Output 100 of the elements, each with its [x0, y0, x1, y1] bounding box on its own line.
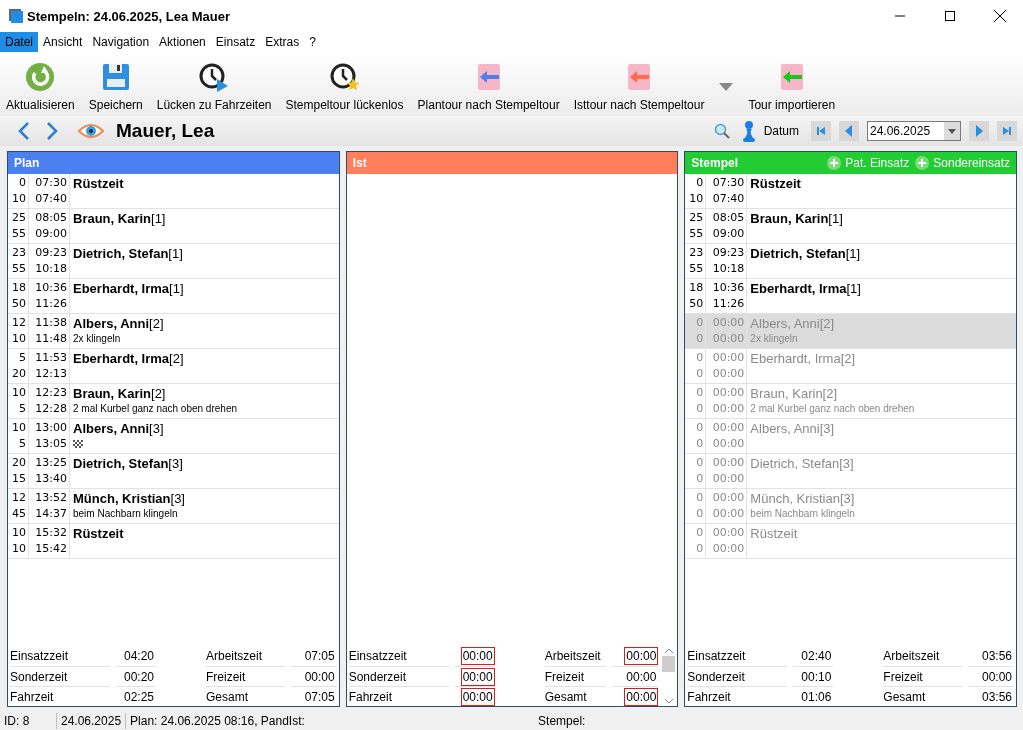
tour-row[interactable]: 20 15 13:25 13:40 Dietrich, Stefan[3]	[8, 454, 339, 489]
summary-value: 00:00	[624, 647, 659, 665]
summary-value: 00:00	[460, 687, 495, 706]
duration-text: 0	[696, 541, 704, 557]
last-button[interactable]	[997, 121, 1017, 141]
summary-label: Freizeit	[883, 669, 923, 684]
time-text: 00:00	[712, 315, 745, 331]
menu-item[interactable]: Extras	[260, 32, 305, 52]
time-text: 11:26	[35, 296, 67, 312]
toolbar-button[interactable]: Lücken zu Fahrzeiten	[149, 62, 279, 112]
summary-value: 00:00	[981, 668, 1013, 686]
duration-text: 10	[12, 420, 26, 436]
duration-text: 0	[696, 175, 704, 191]
tour-row[interactable]: 12 10 11:38 11:48 Albers, Anni[2] 2x klingeln	[8, 314, 339, 349]
tour-row[interactable]: 0 0 00:00 00:00 Rüstzeit	[685, 524, 1016, 559]
duration-text: 10	[12, 385, 26, 401]
summary-value: 04:20	[122, 648, 155, 665]
tour-row[interactable]: 0 0 00:00 00:00 Eberhardt, Irma[2]	[685, 349, 1016, 384]
duration-text: 15	[12, 471, 26, 487]
toolbar-button[interactable]: Tour importieren	[741, 62, 843, 112]
scrollbar[interactable]	[660, 646, 678, 706]
duration-text: 10	[12, 525, 26, 541]
summary-label: Arbeitszeit	[883, 649, 940, 663]
last-icon	[1001, 124, 1013, 138]
toolbar-button[interactable]: Speichern	[81, 62, 150, 112]
first-button[interactable]	[811, 121, 831, 141]
toolbar-button[interactable]: Stempeltour lückenlos	[278, 62, 411, 112]
window-title: Stempeln: 24.06.2025, Lea Mauer	[27, 8, 232, 24]
summary-label: Freizeit	[206, 669, 246, 684]
duration-text: 12	[12, 490, 26, 506]
tour-row[interactable]: 0 10 07:30 07:40 Rüstzeit	[685, 174, 1016, 209]
duration-text: 0	[696, 506, 704, 522]
tour-row[interactable]: 18 50 10:36 11:26 Eberhardt, Irma[1]	[8, 279, 339, 314]
time-text: 10:36	[35, 280, 67, 296]
previous-button[interactable]	[839, 121, 859, 141]
duration-text: 55	[689, 261, 704, 277]
duration-text: 0	[696, 525, 704, 541]
menu-item[interactable]: Aktionen	[154, 32, 211, 52]
summary-label: Einsatzzeit	[348, 649, 407, 663]
patient-name: Rüstzeit	[73, 525, 125, 542]
time-text: 13:05	[35, 436, 67, 452]
toolbar-button[interactable]: Aktualisieren	[6, 62, 82, 112]
next-button[interactable]	[969, 121, 989, 141]
duration-text: 55	[12, 261, 26, 277]
duration-text: 0	[696, 331, 704, 347]
time-text: 09:23	[35, 245, 67, 261]
time-text: 11:48	[35, 331, 67, 347]
menu-item[interactable]: ?	[304, 32, 321, 52]
menu-item[interactable]: Datei	[0, 32, 38, 52]
duration-text: 0	[696, 471, 704, 487]
tour-row[interactable]: 12 45 13:52 14:37 Münch, Kristian[3] beim Nachbarn klingeln	[8, 489, 339, 524]
duration-text: 0	[696, 350, 704, 366]
tour-row[interactable]: 10 5 13:00 13:05 Albers, Anni[3]	[8, 419, 339, 454]
tour-row[interactable]: 5 20 11:53 12:13 Eberhardt, Irma[2]	[8, 349, 339, 384]
duration-text: 20	[12, 366, 26, 382]
duration-text: 55	[689, 226, 704, 242]
menu-item[interactable]: Einsatz	[210, 32, 261, 52]
panel-title: Plan	[14, 156, 41, 170]
tour-row[interactable]: 25 55 08:05 09:00 Braun, Karin[1]	[685, 209, 1016, 244]
summary-value: 00:00	[303, 668, 336, 686]
menu-item[interactable]: Ansicht	[38, 32, 88, 52]
time-text: 00:00	[712, 506, 745, 522]
duration-text: 25	[689, 210, 704, 226]
tour-row[interactable]: 0 10 07:30 07:40 Rüstzeit	[8, 174, 339, 209]
time-text: 15:32	[35, 525, 67, 541]
time-text: 00:00	[712, 471, 745, 487]
eye-icon	[78, 123, 104, 139]
toolbar-button[interactable]: Isttour nach Stempeltour	[566, 62, 712, 112]
scroll-up-icon[interactable]	[663, 648, 674, 654]
toolbar-button[interactable]: Plantour nach Stempeltour	[410, 62, 567, 112]
patient-name: Münch, Kristian[3]	[750, 490, 856, 507]
tour-row[interactable]: 10 10 15:32 15:42 Rüstzeit	[8, 524, 339, 559]
panel-title: Ist	[352, 156, 368, 170]
menu-item[interactable]: Navigation	[87, 32, 155, 52]
tour-row[interactable]: 0 0 00:00 00:00 Albers, Anni[3]	[685, 419, 1016, 454]
time-text: 00:00	[712, 385, 745, 401]
tour-row[interactable]: 25 55 08:05 09:00 Braun, Karin[1]	[8, 209, 339, 244]
time-text: 00:00	[712, 541, 745, 557]
duration-text: 23	[689, 245, 704, 261]
plus-icon	[915, 156, 930, 170]
duration-text: 0	[696, 385, 704, 401]
tour-row[interactable]: 0 0 00:00 00:00 Dietrich, Stefan[3]	[685, 454, 1016, 489]
tour-row[interactable]: 0 0 00:00 00:00 Münch, Kristian[3] beim Nachbarn klingeln	[685, 489, 1016, 524]
tour-row[interactable]: 0 0 00:00 00:00 Braun, Karin[2] 2 mal Kurbel ganz nach oben drehen	[685, 384, 1016, 419]
clock-star-icon	[328, 62, 361, 92]
tour-row[interactable]: 23 55 09:23 10:18 Dietrich, Stefan[1]	[685, 244, 1016, 279]
time-text: 10:36	[712, 280, 745, 296]
time-text: 11:26	[712, 296, 745, 312]
scroll-down-icon[interactable]	[663, 698, 674, 704]
tour-row[interactable]: 23 55 09:23 10:18 Dietrich, Stefan[1]	[8, 244, 339, 279]
tour-row[interactable]: 10 5 12:23 12:28 Braun, Karin[2] 2 mal Kurbel ganz nach oben drehen	[8, 384, 339, 419]
date-field[interactable]: 24.06.2025	[867, 121, 961, 141]
summary-value: 03:56	[981, 648, 1013, 665]
duration-text: 18	[12, 280, 26, 296]
summary-value: 07:05	[303, 648, 336, 665]
patient-name: Braun, Karin[1]	[750, 210, 844, 227]
patient-name: Dietrich, Stefan[1]	[73, 245, 184, 262]
tour-row[interactable]: 18 50 10:36 11:26 Eberhardt, Irma[1]	[685, 279, 1016, 314]
summary-label: Arbeitszeit	[206, 649, 263, 663]
note-text: 2 mal Kurbel ganz nach oben drehen	[750, 402, 916, 416]
